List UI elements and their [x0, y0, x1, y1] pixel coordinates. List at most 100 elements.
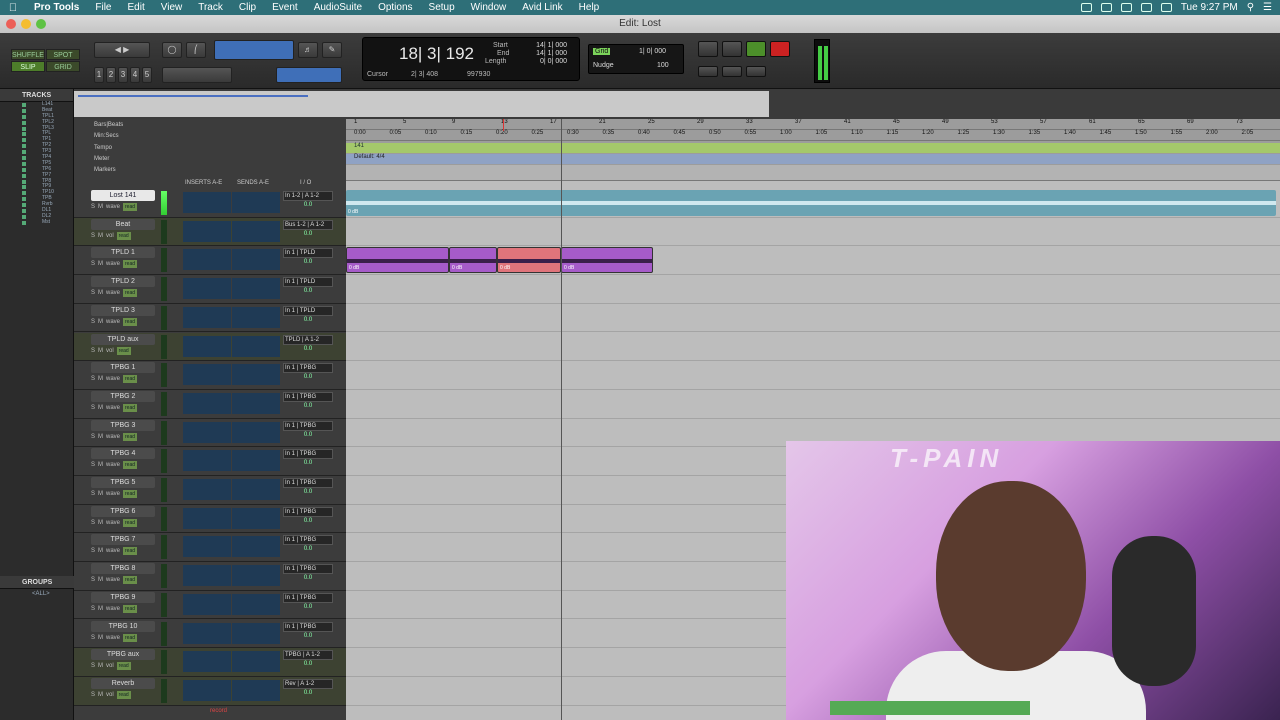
track-show-hide-icon[interactable]: [22, 167, 26, 172]
track-header[interactable]: TPBG 5 S Mwave read In 1 | TPBG 0.0: [74, 476, 346, 505]
bluetooth-icon[interactable]: [1120, 3, 1132, 12]
track-lane[interactable]: 0 dB 0 dB 0 dB 0 dB: [346, 246, 1280, 276]
zoom-preset-1[interactable]: 1: [94, 67, 104, 83]
sends-slots[interactable]: [232, 306, 280, 328]
inserts-slots[interactable]: [183, 536, 231, 558]
track-view-selector[interactable]: wave: [106, 462, 120, 468]
inserts-slots[interactable]: [183, 593, 231, 615]
tempo-ruler[interactable]: 141: [346, 143, 1280, 153]
inserts-slots[interactable]: [183, 421, 231, 443]
automation-mode-button[interactable]: read: [123, 547, 138, 556]
mute-button[interactable]: M: [98, 405, 103, 411]
sends-slots[interactable]: [232, 679, 280, 701]
sends-slots[interactable]: [232, 220, 280, 242]
markers-ruler[interactable]: [346, 165, 1280, 181]
solo-button[interactable]: S: [91, 663, 95, 669]
automation-mode-button[interactable]: read: [123, 289, 138, 298]
track-header[interactable]: TPLD 3 S Mwave read In 1 | TPLD 0.0: [74, 303, 346, 333]
go-to-end-button[interactable]: [746, 66, 766, 77]
fast-forward-button[interactable]: [722, 66, 742, 77]
rewind-button[interactable]: [698, 66, 718, 77]
menu-options[interactable]: Options: [370, 2, 420, 13]
menu-file[interactable]: File: [87, 2, 119, 13]
automation-mode-button[interactable]: read: [123, 604, 138, 613]
smart-tool-button[interactable]: [214, 40, 294, 60]
input-selector[interactable]: In 1 | TPBG: [283, 535, 333, 546]
session-overview[interactable]: [74, 91, 769, 117]
minsecs-ruler[interactable]: 0:00 0:05 0:10 0:15 0:20 0:25 0:30 0:35 0:40 0:45…: [346, 130, 1280, 141]
sends-slots[interactable]: [232, 192, 280, 213]
end-value[interactable]: 14| 1| 000: [527, 50, 567, 57]
automation-mode-button[interactable]: read: [116, 346, 131, 355]
track-view-selector[interactable]: wave: [106, 606, 120, 612]
automation-mode-button[interactable]: read: [123, 518, 138, 527]
track-view-selector[interactable]: vol: [106, 663, 114, 669]
solo-button[interactable]: S: [91, 405, 95, 411]
track-header[interactable]: TPBG 6 S Mwave read In 1 | TPBG 0.0: [74, 504, 346, 534]
track-name[interactable]: TPBG aux: [91, 649, 155, 661]
track-show-hide-icon[interactable]: [22, 185, 26, 190]
track-name[interactable]: TPBG 3: [91, 419, 155, 431]
input-selector[interactable]: In 1 | TPBG: [283, 363, 333, 374]
track-name[interactable]: TPBG 10: [91, 620, 155, 632]
volume-value[interactable]: 0.0: [283, 202, 333, 208]
volume-value[interactable]: 0.0: [283, 432, 333, 438]
mute-button[interactable]: M: [98, 261, 103, 267]
mute-button[interactable]: M: [98, 290, 103, 296]
input-selector[interactable]: Bus 1-2 | A 1-2: [283, 219, 333, 230]
shuffle-mode-button[interactable]: SHUFFLE: [11, 49, 45, 60]
solo-button[interactable]: S: [91, 434, 95, 440]
input-selector[interactable]: In 1 | TPLD: [283, 248, 333, 259]
track-lane[interactable]: [346, 390, 1280, 419]
track-show-hide-icon[interactable]: [22, 173, 26, 178]
link-tool-strip[interactable]: [276, 67, 342, 83]
track-lane[interactable]: [346, 218, 1280, 247]
track-show-hide-icon[interactable]: [22, 144, 26, 149]
track-view-selector[interactable]: wave: [106, 204, 120, 210]
track-show-hide-icon[interactable]: [22, 191, 26, 196]
track-view-selector[interactable]: wave: [106, 491, 120, 497]
track-show-hide-icon[interactable]: [22, 203, 26, 208]
track-lane[interactable]: [346, 333, 1280, 362]
sends-slots[interactable]: [232, 507, 280, 529]
track-view-selector[interactable]: wave: [106, 520, 120, 526]
menu-track[interactable]: Track: [190, 2, 231, 13]
track-header[interactable]: Beat S Mvol read Bus 1-2 | A 1-2 0.0: [74, 217, 346, 247]
inserts-slots[interactable]: [183, 622, 231, 644]
start-value[interactable]: 14| 1| 000: [527, 42, 567, 49]
track-view-selector[interactable]: wave: [106, 376, 120, 382]
track-name[interactable]: TPLD 1: [91, 247, 155, 259]
inserts-slots[interactable]: [183, 479, 231, 500]
track-name[interactable]: TPBG 9: [91, 591, 155, 603]
automation-mode-button[interactable]: read: [123, 461, 138, 470]
pencil-tool-icon[interactable]: ✎: [322, 42, 342, 58]
meter-value[interactable]: Default: 4/4: [354, 154, 385, 160]
input-selector[interactable]: In 1 | TPBG: [283, 449, 333, 460]
zoom-preset-3[interactable]: 3: [118, 67, 128, 83]
track-name[interactable]: Lost 141: [91, 190, 155, 201]
nudge-value[interactable]: 100: [657, 62, 669, 69]
track-lane[interactable]: [346, 275, 1280, 304]
track-show-hide-icon[interactable]: [22, 156, 26, 161]
volume-value[interactable]: 0.0: [283, 317, 333, 323]
mute-button[interactable]: M: [98, 319, 103, 325]
menu-window[interactable]: Window: [463, 2, 515, 13]
audio-clip-tpld[interactable]: 0 dB: [561, 247, 653, 274]
track-name[interactable]: TPLD aux: [91, 333, 155, 345]
audio-clip-tpld[interactable]: 0 dB: [497, 247, 561, 274]
zoom-window-button[interactable]: [36, 19, 46, 29]
track-name[interactable]: TPLD 3: [91, 304, 155, 316]
zoom-preset-2[interactable]: 2: [106, 67, 116, 83]
keyboard-icon[interactable]: [1080, 3, 1092, 12]
online-button[interactable]: [698, 41, 718, 57]
automation-mode-button[interactable]: read: [123, 432, 138, 441]
nudge-label[interactable]: Nudge: [593, 62, 614, 69]
tempo-value[interactable]: 141: [354, 143, 364, 149]
track-name[interactable]: TPBG 1: [91, 362, 155, 374]
audio-clip-lost[interactable]: 0 dB: [346, 190, 1276, 216]
automation-mode-button[interactable]: read: [123, 633, 138, 642]
input-selector[interactable]: Rev | A 1-2: [283, 678, 333, 689]
track-view-selector[interactable]: vol: [106, 348, 114, 354]
track-header[interactable]: TPLD 2 S Mwave read In 1 | TPLD 0.0: [74, 275, 346, 304]
grid-mode-button[interactable]: GRID: [46, 61, 80, 72]
